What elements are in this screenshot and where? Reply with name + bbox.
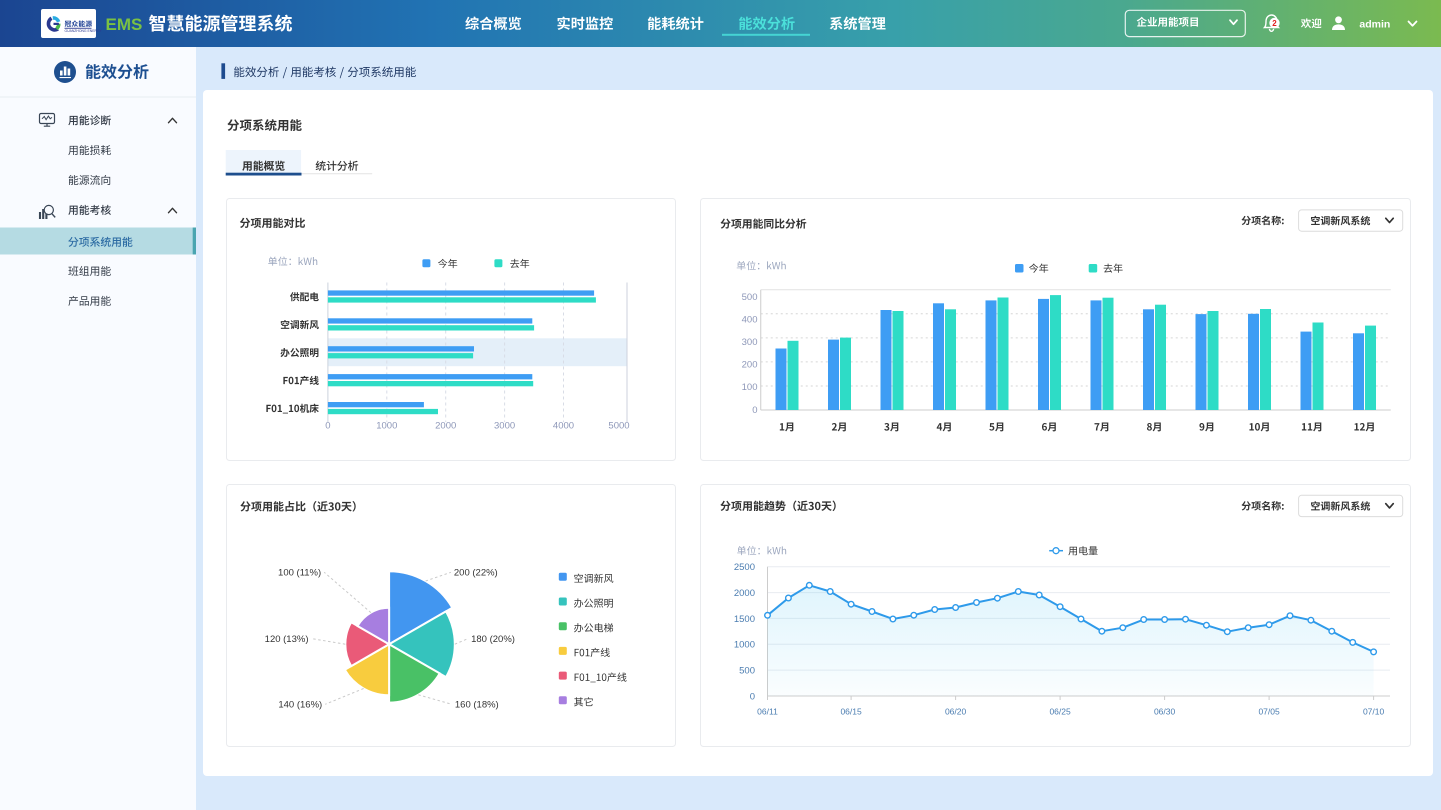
svg-text:1000: 1000 bbox=[376, 421, 397, 432]
svg-text:300: 300 bbox=[742, 337, 758, 348]
svg-text:100: 100 bbox=[742, 382, 758, 393]
svg-text:06/20: 06/20 bbox=[945, 707, 967, 717]
svg-text:160 (18%): 160 (18%) bbox=[455, 700, 499, 711]
svg-text:06/11: 06/11 bbox=[757, 707, 778, 717]
svg-text:2: 2 bbox=[1272, 19, 1277, 28]
svg-text:5000: 5000 bbox=[608, 421, 629, 432]
svg-text:06/30: 06/30 bbox=[1154, 707, 1176, 717]
svg-text:1500: 1500 bbox=[734, 614, 755, 625]
svg-text:100 (11%): 100 (11%) bbox=[278, 568, 321, 579]
svg-text:0: 0 bbox=[752, 405, 757, 416]
svg-text:1000: 1000 bbox=[734, 640, 755, 651]
svg-text:2000: 2000 bbox=[734, 588, 755, 599]
svg-text:180 (20%): 180 (20%) bbox=[471, 634, 515, 645]
svg-text:06/25: 06/25 bbox=[1049, 707, 1071, 717]
svg-text:admin: admin bbox=[1359, 18, 1390, 30]
svg-text:0: 0 bbox=[325, 421, 330, 432]
svg-text:3000: 3000 bbox=[494, 421, 515, 432]
svg-text:140 (16%): 140 (16%) bbox=[278, 700, 322, 711]
svg-text:0: 0 bbox=[750, 691, 755, 702]
svg-text:EMS: EMS bbox=[106, 15, 143, 34]
svg-text:200: 200 bbox=[742, 360, 758, 371]
svg-text:120 (13%): 120 (13%) bbox=[265, 634, 309, 645]
svg-text:06/15: 06/15 bbox=[840, 707, 862, 717]
svg-text:2500: 2500 bbox=[734, 562, 755, 573]
svg-text:2000: 2000 bbox=[435, 421, 456, 432]
svg-text:500: 500 bbox=[742, 292, 758, 303]
svg-text:4000: 4000 bbox=[553, 421, 574, 432]
svg-text:07/10: 07/10 bbox=[1363, 707, 1385, 717]
svg-text:500: 500 bbox=[739, 666, 755, 677]
svg-text:GUANZHONG ENERGY: GUANZHONG ENERGY bbox=[65, 29, 103, 33]
svg-text:200 (22%): 200 (22%) bbox=[454, 568, 498, 579]
svg-text:400: 400 bbox=[742, 314, 758, 325]
svg-text:07/05: 07/05 bbox=[1258, 707, 1280, 717]
